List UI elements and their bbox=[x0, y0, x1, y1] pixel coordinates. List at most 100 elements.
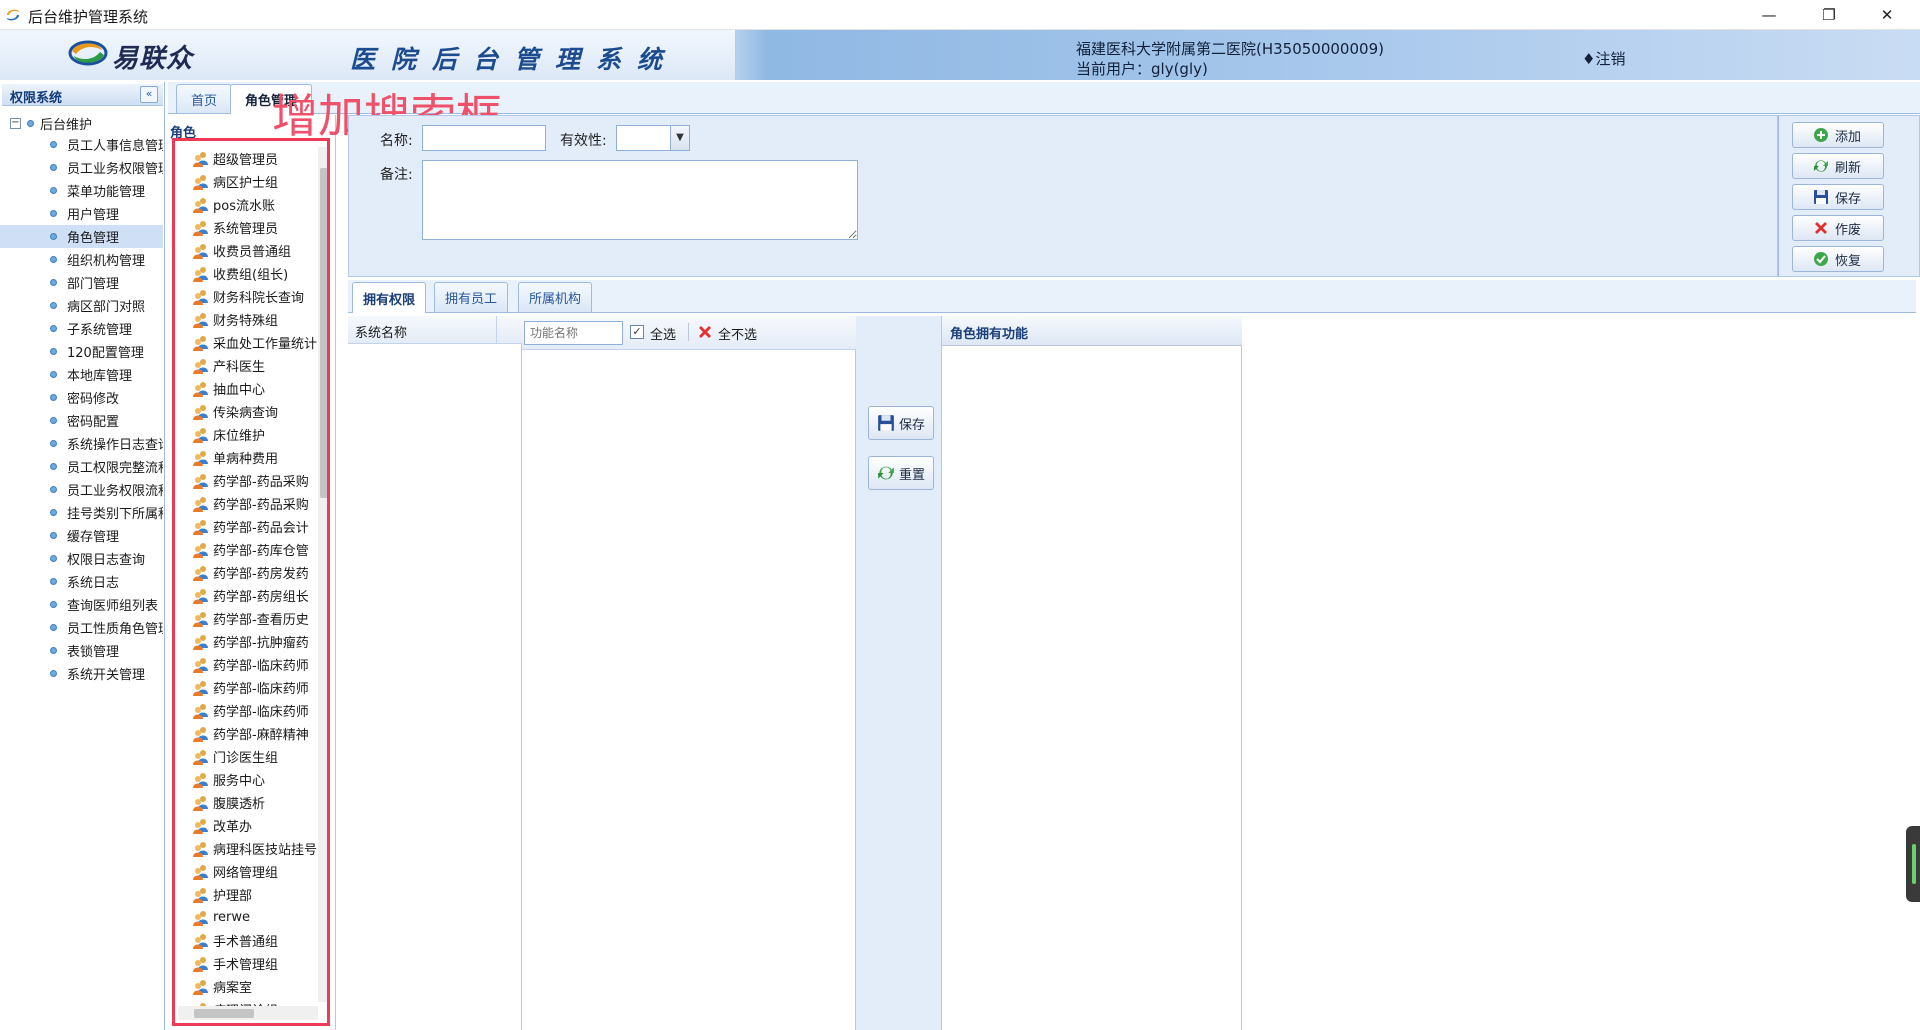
add-button[interactable]: 添加 bbox=[1792, 122, 1884, 148]
refresh-button[interactable]: 刷新 bbox=[1792, 153, 1884, 179]
reset-label: 重置 bbox=[899, 467, 926, 483]
tree-collapse-icon[interactable]: − bbox=[10, 118, 21, 129]
sidebar-item-label: 用户管理 bbox=[67, 208, 120, 223]
sidebar-item[interactable]: 系统开关管理 bbox=[0, 662, 163, 685]
sidebar-item-label: 病区部门对照 bbox=[67, 300, 146, 315]
sidebar-item-label: 密码配置 bbox=[67, 415, 120, 430]
sidebar-item-label: 挂号类别下所属科室 bbox=[67, 507, 163, 522]
sidebar-item[interactable]: 角色管理 bbox=[0, 225, 163, 248]
sidebar-item-label: 系统开关管理 bbox=[67, 668, 146, 683]
sidebar-item[interactable]: 组织机构管理 bbox=[0, 248, 163, 271]
sidebar-item-label: 权限日志查询 bbox=[67, 553, 146, 568]
save-button[interactable]: 保存 bbox=[1792, 184, 1884, 210]
brand-logo-icon bbox=[68, 40, 108, 66]
sidebar-item[interactable]: 系统操作日志查询 bbox=[0, 432, 163, 455]
tree-node-icon bbox=[50, 256, 57, 263]
tree-node-icon bbox=[50, 187, 57, 194]
owned-functions-column bbox=[942, 316, 1242, 1030]
tree-node-icon bbox=[50, 532, 57, 539]
function-column bbox=[522, 316, 856, 1030]
logout-link[interactable]: ♦注销 bbox=[1582, 48, 1625, 69]
sidebar-item-label: 角色管理 bbox=[67, 231, 120, 246]
save-permissions-button[interactable]: 保存 bbox=[868, 406, 934, 440]
sidebar-item[interactable]: 子系统管理 bbox=[0, 317, 163, 340]
tree-node-icon bbox=[50, 233, 57, 240]
annotation-highlight-box bbox=[172, 138, 330, 1026]
sidebar-item-label: 员工性质角色管理 bbox=[67, 622, 163, 637]
sidebar-item-label: 表锁管理 bbox=[67, 645, 120, 660]
tree-node-icon bbox=[50, 555, 57, 562]
sidebar-item[interactable]: 表锁管理 bbox=[0, 639, 163, 662]
sidebar-item[interactable]: 密码配置 bbox=[0, 409, 163, 432]
select-all-label[interactable]: 全选 bbox=[650, 324, 676, 343]
column-divider bbox=[496, 316, 497, 344]
sidebar-item-label: 密码修改 bbox=[67, 392, 120, 407]
window-title-bar bbox=[0, 0, 1920, 30]
tree-node-icon bbox=[50, 417, 57, 424]
sidebar-item[interactable]: 菜单功能管理 bbox=[0, 179, 163, 202]
brand-name: 易联众 bbox=[112, 44, 194, 74]
sidebar-item-label: 系统操作日志查询 bbox=[67, 438, 163, 453]
minimize-button[interactable]: — bbox=[1740, 0, 1798, 30]
tree-node-icon bbox=[50, 624, 57, 631]
select-none-label[interactable]: 全不选 bbox=[718, 324, 757, 343]
tab-home[interactable]: 首页 bbox=[176, 84, 233, 113]
sidebar-item[interactable]: 密码修改 bbox=[0, 386, 163, 409]
sidebar-item-label: 子系统管理 bbox=[67, 323, 133, 338]
save-icon bbox=[1814, 190, 1828, 204]
name-input[interactable] bbox=[422, 125, 546, 151]
close-button[interactable]: ✕ bbox=[1858, 0, 1916, 30]
tree-node-icon bbox=[50, 509, 57, 516]
restore-button[interactable]: ❐ bbox=[1800, 0, 1858, 30]
remark-label: 备注: bbox=[380, 167, 413, 183]
function-search-input[interactable] bbox=[524, 321, 623, 345]
sidebar-item[interactable]: 查询医师组列表 bbox=[0, 593, 163, 616]
sidebar-item[interactable]: 120配置管理 bbox=[0, 340, 163, 363]
reset-button[interactable]: 重置 bbox=[868, 456, 934, 490]
add-icon bbox=[1814, 128, 1828, 142]
sidebar-item-label: 菜单功能管理 bbox=[67, 185, 146, 200]
sidebar-item-label: 查询医师组列表 bbox=[67, 599, 159, 614]
tab-staff[interactable]: 拥有员工 bbox=[434, 282, 509, 312]
sidebar-item[interactable]: 病区部门对照 bbox=[0, 294, 163, 317]
sidebar-item[interactable]: 挂号类别下所属科室 bbox=[0, 501, 163, 524]
save-permissions-label: 保存 bbox=[899, 417, 926, 433]
system-title: 医院后台管理系统 bbox=[350, 45, 679, 74]
sidebar-item[interactable]: 员工业务权限管理 bbox=[0, 156, 163, 179]
tree-node-icon bbox=[50, 647, 57, 654]
sidebar-item[interactable]: 部门管理 bbox=[0, 271, 163, 294]
sidebar-item-label: 部门管理 bbox=[67, 277, 120, 292]
deselect-all-icon[interactable] bbox=[697, 324, 713, 340]
sidebar-item[interactable]: 员工业务权限流程 bbox=[0, 478, 163, 501]
sidebar-item[interactable]: 本地库管理 bbox=[0, 363, 163, 386]
chevron-down-icon[interactable]: ▼ bbox=[670, 126, 689, 150]
tree-node-icon bbox=[50, 670, 57, 677]
void-button[interactable]: 作废 bbox=[1792, 215, 1884, 241]
select-all-checkbox[interactable]: ✓ bbox=[630, 325, 644, 339]
remark-textarea[interactable] bbox=[422, 160, 858, 240]
sidebar-item[interactable]: 系统日志 bbox=[0, 570, 163, 593]
tree-node-icon bbox=[50, 440, 57, 447]
sidebar-item[interactable]: 缓存管理 bbox=[0, 524, 163, 547]
sidebar-item-label: 组织机构管理 bbox=[67, 254, 146, 269]
hospital-name: 福建医科大学附属第二医院(H35050000009) bbox=[1076, 40, 1384, 58]
tree-node-icon bbox=[50, 578, 57, 585]
tab-organization[interactable]: 所属机构 bbox=[518, 282, 593, 312]
sidebar-item-label: 120配置管理 bbox=[67, 346, 144, 361]
tree-node-icon bbox=[50, 141, 57, 148]
save-button-label: 保存 bbox=[1835, 191, 1862, 207]
tree-node-icon bbox=[50, 325, 57, 332]
system-name-header-label: 系统名称 bbox=[355, 326, 408, 341]
collapse-sidebar-button[interactable]: « bbox=[140, 86, 158, 103]
tree-root[interactable]: − 后台维护 bbox=[10, 114, 92, 133]
side-widget-indicator bbox=[1912, 844, 1916, 884]
sidebar-item[interactable]: 员工性质角色管理 bbox=[0, 616, 163, 639]
restore-record-button[interactable]: 恢复 bbox=[1792, 246, 1884, 272]
sidebar-item[interactable]: 权限日志查询 bbox=[0, 547, 163, 570]
sidebar-item[interactable]: 员工权限完整流程 bbox=[0, 455, 163, 478]
tab-permissions[interactable]: 拥有权限 bbox=[352, 282, 427, 313]
restore-button-label: 恢复 bbox=[1835, 253, 1862, 269]
tree-root-label: 后台维护 bbox=[40, 118, 93, 133]
sidebar-item[interactable]: 用户管理 bbox=[0, 202, 163, 225]
sidebar-item[interactable]: 员工人事信息管理 bbox=[0, 133, 163, 156]
